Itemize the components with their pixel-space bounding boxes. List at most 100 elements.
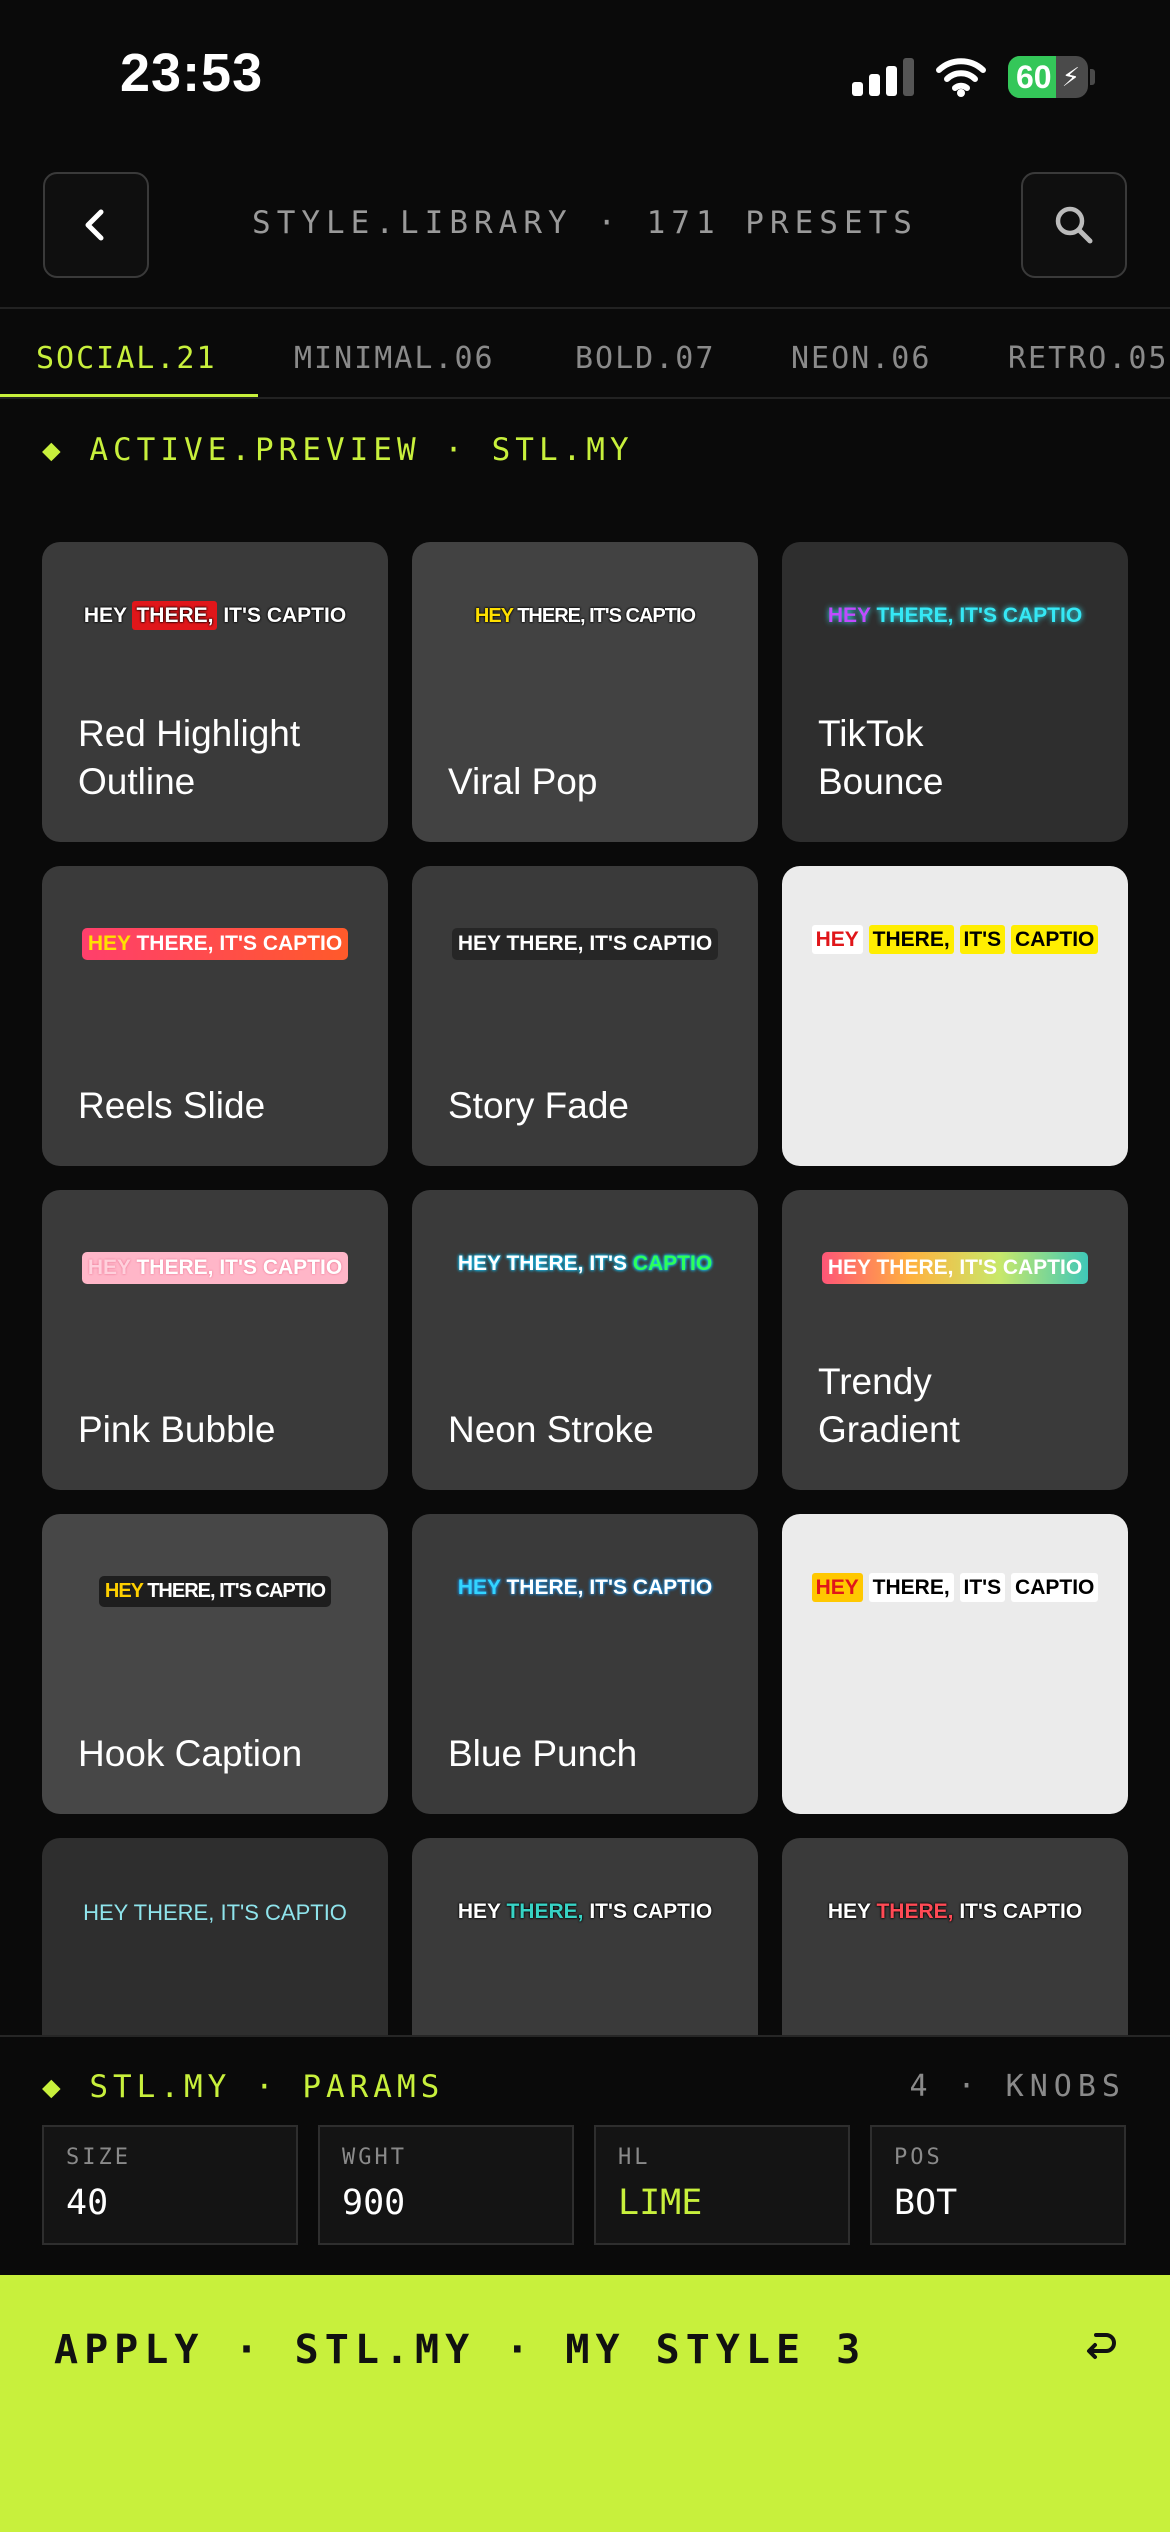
caption-word: CAPTIO bbox=[632, 932, 713, 955]
caption-word: THERE, bbox=[132, 601, 218, 630]
caption-word: IT'S bbox=[589, 605, 622, 627]
caption-word: CAPTIO bbox=[632, 1576, 713, 1599]
preset-card-preset-6[interactable]: HEY THERE, IT'S CAPTIO bbox=[782, 866, 1128, 1166]
caption-word: THERE, bbox=[876, 604, 954, 627]
preset-name-line: Outline bbox=[78, 761, 196, 802]
status-bar: 23:53 60 ⚡ bbox=[0, 0, 1170, 150]
caption-word: IT'S bbox=[589, 932, 627, 955]
params-panel: ◆ STL.MY · PARAMS 4 · KNOBS SIZE 40 WGHT… bbox=[0, 2035, 1170, 2275]
preset-name-line: Gradient bbox=[818, 1409, 960, 1450]
page-title: STYLE.LIBRARY · 171 PRESETS bbox=[252, 205, 918, 241]
preset-card-preset-15[interactable]: HEY THERE, IT'S CAPTIO bbox=[782, 1838, 1128, 2035]
preset-name: Neon Stroke bbox=[448, 1406, 654, 1454]
preset-card-blue-punch[interactable]: HEY THERE, IT'S CAPTIO Blue Punch bbox=[412, 1514, 758, 1814]
caption-preview: HEY THERE, IT'S CAPTIO bbox=[412, 1576, 758, 1600]
caption-word: CAPTIO bbox=[262, 1256, 343, 1279]
preset-card-trendy-gradient[interactable]: HEY THERE, IT'S CAPTIO Trendy Gradient bbox=[782, 1190, 1128, 1490]
preset-name: TikTok Bounce bbox=[818, 710, 944, 806]
preset-name: Trendy Gradient bbox=[818, 1358, 960, 1454]
preset-name: Reels Slide bbox=[78, 1082, 265, 1130]
charging-bolt-icon: ⚡ bbox=[1061, 62, 1080, 92]
diamond-icon: ◆ bbox=[42, 2069, 66, 2105]
preset-card-preset-13[interactable]: HEY THERE, IT'S CAPTIO bbox=[42, 1838, 388, 2035]
caption-word: HEY bbox=[83, 604, 127, 627]
tab-minimal[interactable]: MINIMAL.06 bbox=[294, 341, 495, 376]
preset-name: Red Highlight Outline bbox=[78, 710, 300, 806]
return-icon bbox=[1087, 2333, 1116, 2359]
preset-name-line: Neon Stroke bbox=[448, 1409, 654, 1450]
preset-name: Pink Bubble bbox=[78, 1406, 275, 1454]
preset-card-red-highlight-outline[interactable]: HEY THERE, IT'S CAPTIO Red Highlight Outli… bbox=[42, 542, 388, 842]
preset-card-story-fade[interactable]: HEY THERE, IT'S CAPTIO Story Fade bbox=[412, 866, 758, 1166]
caption-word: CAPTIO bbox=[255, 1580, 327, 1602]
caption-word: HEY bbox=[811, 925, 863, 954]
caption-word: CAPTIO bbox=[625, 605, 697, 627]
caption-word: HEY bbox=[827, 604, 871, 627]
caption-word: CAPTIO bbox=[1002, 604, 1083, 627]
preset-card-neon-stroke[interactable]: HEY THERE, IT'S CAPTIO Neon Stroke bbox=[412, 1190, 758, 1490]
caption-word: HEY bbox=[457, 1252, 501, 1275]
preset-name-line: Trendy bbox=[818, 1361, 932, 1402]
knob-position[interactable]: POS BOT bbox=[870, 2125, 1126, 2245]
caption-word: IT'S bbox=[959, 604, 997, 627]
caption-word: THERE, bbox=[136, 932, 214, 955]
caption-word: HEY bbox=[87, 1256, 131, 1279]
apply-label: APPLY · STL.MY · MY STYLE 3 bbox=[54, 2327, 867, 2373]
preset-card-turquoise[interactable]: HEY THERE, IT'S CAPTIOTurquoise bbox=[412, 1838, 758, 2035]
caption-word: CAPTIO bbox=[632, 1252, 713, 1275]
preset-name-line: Hook Caption bbox=[78, 1733, 303, 1774]
caption-word: HEY bbox=[827, 1256, 871, 1279]
chevron-left-icon bbox=[85, 209, 104, 241]
knob-highlight[interactable]: HL LIME bbox=[594, 2125, 850, 2245]
tab-bold[interactable]: BOLD.07 bbox=[575, 341, 715, 376]
caption-word: HEY bbox=[87, 932, 131, 955]
caption-word: THERE, bbox=[506, 1576, 584, 1599]
preset-card-hook-caption[interactable]: HEY THERE, IT'S CAPTIO Hook Caption bbox=[42, 1514, 388, 1814]
caption-word: HEY bbox=[457, 1576, 501, 1599]
caption-preview: HEY THERE, IT'S CAPTIO bbox=[782, 1900, 1128, 1924]
caption-word: HEY bbox=[827, 1900, 871, 1923]
caption-preview: HEY THERE, IT'S CAPTIO bbox=[412, 1252, 758, 1276]
preset-card-viral-pop[interactable]: HEY THERE, IT'S CAPTIO Viral Pop bbox=[412, 542, 758, 842]
tabs-divider bbox=[0, 397, 1170, 399]
preset-name: Viral Pop bbox=[448, 758, 597, 806]
battery-percent: 60 bbox=[1016, 59, 1052, 95]
caption-word: THERE, bbox=[506, 932, 584, 955]
preset-name-line: Bounce bbox=[818, 761, 944, 802]
caption-word: HEY bbox=[457, 1900, 501, 1923]
caption-word: CAPTIO bbox=[1002, 1256, 1083, 1279]
caption-word: HEY bbox=[474, 605, 514, 627]
caption-preview: HEY THERE, IT'S CAPTIO bbox=[412, 1900, 758, 1924]
preset-card-preset-12[interactable]: HEY THERE, IT'S CAPTIO bbox=[782, 1514, 1128, 1814]
caption-preview: HEY THERE, IT'S CAPTIO bbox=[782, 1573, 1128, 1602]
preset-name-line: Red Highlight bbox=[78, 713, 301, 754]
caption-word: CAPTIO bbox=[1011, 1573, 1099, 1602]
knob-weight[interactable]: WGHT 900 bbox=[318, 2125, 574, 2245]
preset-grid: HEY THERE, IT'S CAPTIO Red Highlight Outli… bbox=[0, 530, 1170, 2035]
knob-size[interactable]: SIZE 40 bbox=[42, 2125, 298, 2245]
tab-retro[interactable]: RETRO.05 bbox=[1008, 341, 1169, 376]
caption-preview: HEY THERE, IT'S CAPTIO bbox=[42, 601, 388, 630]
back-button[interactable] bbox=[43, 172, 149, 278]
caption-word: HEY bbox=[457, 932, 501, 955]
preset-name: Blue Punch bbox=[448, 1730, 637, 1778]
preset-card-reels-slide[interactable]: HEY THERE, IT'S CAPTIO Reels Slide bbox=[42, 866, 388, 1166]
apply-style-button[interactable]: APPLY · STL.MY · MY STYLE 3 bbox=[0, 2275, 1170, 2532]
caption-word: IT'S bbox=[959, 1573, 1006, 1602]
tab-social[interactable]: SOCIAL.21 bbox=[36, 341, 217, 376]
preset-name-line: Pink Bubble bbox=[78, 1409, 276, 1450]
caption-word: CAPTIO bbox=[632, 1900, 713, 1923]
search-icon bbox=[1055, 206, 1093, 244]
tab-neon[interactable]: NEON.06 bbox=[791, 341, 931, 376]
search-button[interactable] bbox=[1021, 172, 1127, 278]
caption-word: THERE, bbox=[876, 1256, 954, 1279]
preset-card-tiktok-bounce[interactable]: HEY THERE, IT'S CAPTIO TikTok Bounce bbox=[782, 542, 1128, 842]
preset-name: Hook Caption bbox=[78, 1730, 302, 1778]
preset-card-pink-bubble[interactable]: HEY THERE, IT'S CAPTIO Pink Bubble bbox=[42, 1190, 388, 1490]
caption-word: IT'S bbox=[589, 1900, 627, 1923]
caption-word: THERE, bbox=[147, 1580, 215, 1602]
caption-word: IT'S bbox=[223, 604, 261, 627]
battery-icon: 60 ⚡ bbox=[1008, 56, 1088, 98]
caption-word: CAPTIO bbox=[1002, 1900, 1083, 1923]
caption-word: IT'S bbox=[959, 1900, 997, 1923]
